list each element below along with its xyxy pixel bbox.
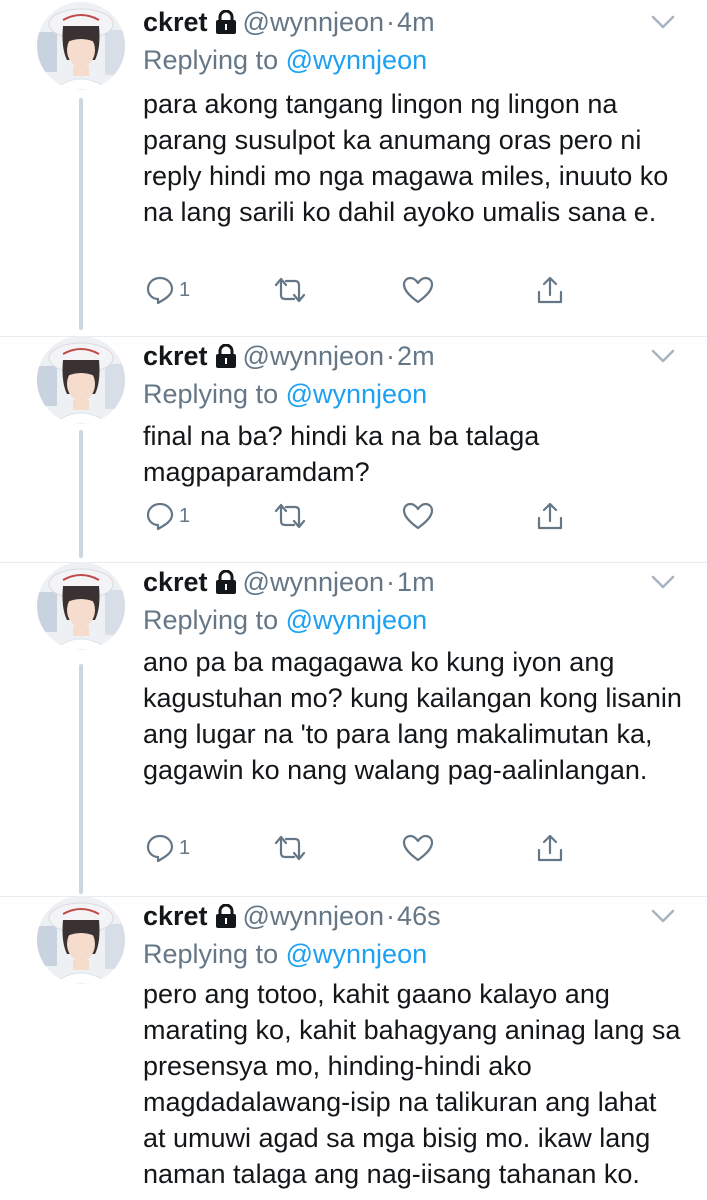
- replying-to-label: Replying to: [143, 379, 279, 409]
- lock-icon: [215, 899, 237, 939]
- timestamp[interactable]: 4m: [397, 7, 435, 37]
- user-handle[interactable]: @wynnjeon: [243, 341, 385, 371]
- tweet-actions: 1: [143, 500, 683, 532]
- replying-to-mention[interactable]: @wynnjeon: [286, 605, 428, 635]
- reply-icon: [146, 834, 174, 863]
- reply-button[interactable]: 1: [145, 832, 190, 864]
- chevron-down-icon[interactable]: [650, 906, 676, 926]
- replying-to-label: Replying to: [143, 939, 279, 969]
- chevron-down-icon[interactable]: [650, 12, 676, 32]
- tweet-header: ckret @wynnjeon·2m: [143, 336, 435, 376]
- avatar-image: [37, 896, 125, 984]
- separator-dot: ·: [386, 901, 396, 931]
- avatar[interactable]: [37, 562, 125, 650]
- chevron-down-icon[interactable]: [650, 346, 676, 366]
- replying-to-mention[interactable]: @wynnjeon: [286, 45, 428, 75]
- timestamp[interactable]: 1m: [397, 567, 435, 597]
- replying-to-mention[interactable]: @wynnjeon: [286, 379, 428, 409]
- reply-icon: [146, 502, 174, 531]
- tweet-actions: 1: [143, 274, 683, 306]
- reply-count: 1: [179, 504, 191, 527]
- tweet[interactable]: ckret @wynnjeon·2m Replying to @wynnjeon …: [0, 336, 707, 558]
- avatar-image: [37, 336, 125, 424]
- user-handle[interactable]: @wynnjeon: [243, 901, 385, 931]
- tweet-text: final na ba? hindi ka na ba talaga magpa…: [143, 421, 540, 487]
- retweet-button[interactable]: [273, 500, 307, 532]
- reply-count: 1: [179, 278, 191, 301]
- replying-to-label: Replying to: [143, 45, 279, 75]
- user-handle[interactable]: @wynnjeon: [243, 567, 385, 597]
- display-name[interactable]: ckret: [143, 901, 208, 931]
- avatar-image: [37, 562, 125, 650]
- reply-count: 1: [179, 836, 191, 859]
- display-name[interactable]: ckret: [143, 7, 208, 37]
- separator-dot: ·: [386, 341, 396, 371]
- timestamp[interactable]: 2m: [397, 341, 435, 371]
- tweet-header: ckret @wynnjeon·46s: [143, 896, 441, 936]
- like-button[interactable]: [402, 274, 434, 306]
- lock-icon: [215, 565, 237, 605]
- tweet-text: para akong tangang lingon ng lingon na p…: [143, 89, 669, 227]
- tweet-text: ano pa ba magagawa ko kung iyon ang kagu…: [143, 647, 682, 785]
- share-icon: [537, 502, 563, 530]
- reply-button[interactable]: 1: [145, 274, 190, 306]
- avatar[interactable]: [37, 336, 125, 424]
- avatar[interactable]: [37, 2, 125, 90]
- retweet-button[interactable]: [273, 832, 307, 864]
- reply-icon: [146, 276, 174, 305]
- share-button[interactable]: [535, 832, 565, 864]
- retweet-icon: [274, 835, 306, 861]
- avatar-image: [37, 2, 125, 90]
- like-icon: [402, 276, 434, 304]
- display-name[interactable]: ckret: [143, 567, 208, 597]
- retweet-icon: [274, 503, 306, 529]
- tweet[interactable]: ckret @wynnjeon·4m Replying to @wynnjeon …: [0, 2, 707, 332]
- tweet-actions: 1: [143, 832, 683, 864]
- retweet-icon: [274, 277, 306, 303]
- tweet-header: ckret @wynnjeon·1m: [143, 562, 435, 602]
- lock-icon: [215, 5, 237, 45]
- separator-dot: ·: [386, 7, 396, 37]
- like-button[interactable]: [402, 832, 434, 864]
- replying-to-label: Replying to: [143, 605, 279, 635]
- reply-button[interactable]: 1: [145, 500, 190, 532]
- replying-to-mention[interactable]: @wynnjeon: [286, 939, 428, 969]
- share-icon: [537, 834, 563, 862]
- chevron-down-icon[interactable]: [650, 572, 676, 592]
- timestamp[interactable]: 46s: [397, 901, 441, 931]
- like-icon: [402, 834, 434, 862]
- user-handle[interactable]: @wynnjeon: [243, 7, 385, 37]
- replying-to: Replying to @wynnjeon: [143, 374, 427, 414]
- share-icon: [537, 276, 563, 304]
- tweet[interactable]: ckret @wynnjeon·46s Replying to @wynnjeon…: [0, 896, 707, 1200]
- retweet-button[interactable]: [273, 274, 307, 306]
- replying-to: Replying to @wynnjeon: [143, 40, 427, 80]
- tweet[interactable]: ckret @wynnjeon·1m Replying to @wynnjeon …: [0, 562, 707, 892]
- share-button[interactable]: [535, 500, 565, 532]
- replying-to: Replying to @wynnjeon: [143, 934, 427, 974]
- share-button[interactable]: [535, 274, 565, 306]
- separator-dot: ·: [386, 567, 396, 597]
- tweet-header: ckret @wynnjeon·4m: [143, 2, 435, 42]
- replying-to: Replying to @wynnjeon: [143, 600, 427, 640]
- like-icon: [402, 502, 434, 530]
- lock-icon: [215, 339, 237, 379]
- avatar[interactable]: [37, 896, 125, 984]
- tweet-text: pero ang totoo, kahit gaano kalayo ang m…: [143, 979, 681, 1189]
- like-button[interactable]: [402, 500, 434, 532]
- display-name[interactable]: ckret: [143, 341, 208, 371]
